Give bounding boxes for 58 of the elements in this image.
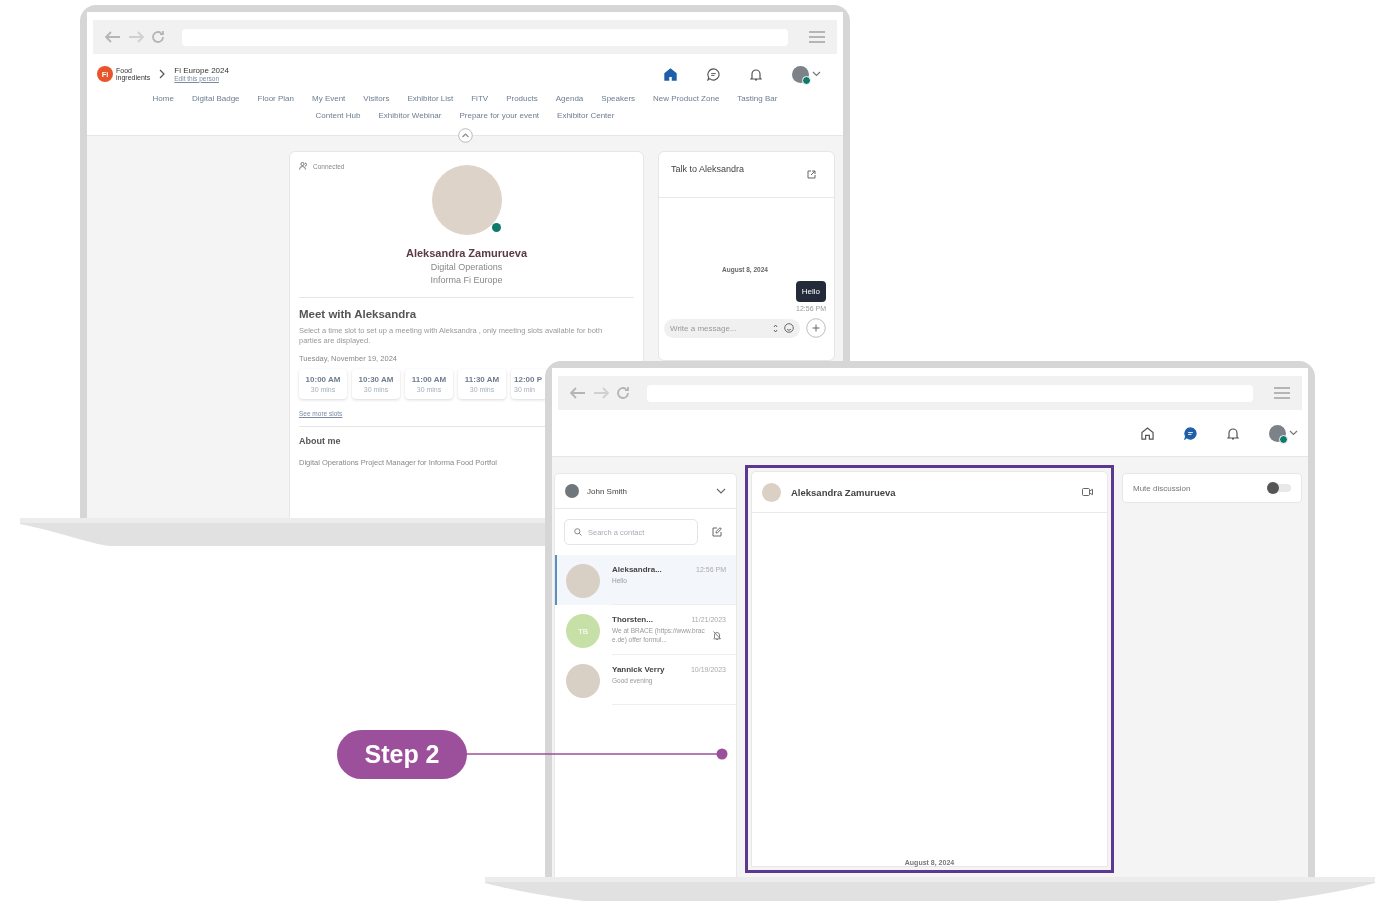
profile-company: Informa Fi Europe (429, 275, 504, 285)
people-icon (299, 162, 308, 170)
external-link-icon[interactable] (807, 170, 816, 179)
search-icon (574, 528, 582, 536)
nav-link[interactable]: Exhibitor Center (557, 111, 615, 120)
message-bubble: Hello (795, 281, 826, 302)
user-name: John Smith (587, 486, 629, 496)
nav-link[interactable]: Speakers (601, 94, 636, 103)
chat-icon[interactable] (707, 67, 720, 81)
compose-icon[interactable] (712, 527, 722, 537)
chevron-down-icon[interactable] (1289, 430, 1298, 436)
nav-link[interactable]: Floor Plan (257, 94, 294, 103)
collapse-icon[interactable] (458, 128, 473, 143)
nav-link[interactable]: Home (152, 94, 174, 103)
chevron-right-icon (159, 69, 166, 79)
step-label: Step 2 (337, 730, 467, 779)
contact-name: Thorsten... (612, 615, 653, 624)
chat-icon[interactable] (1184, 426, 1197, 440)
chevron-down-icon[interactable] (812, 71, 821, 77)
contact-photo-placeholder (566, 564, 600, 598)
section-title: About me (299, 436, 342, 446)
user-avatar[interactable] (1269, 424, 1286, 442)
chevron-down-icon[interactable] (716, 488, 726, 494)
nav-link[interactable]: Tasting Bar (737, 94, 778, 103)
user-avatar[interactable] (792, 65, 809, 83)
profile-name: Aleksandra Zamurueva (404, 247, 529, 259)
emoji-icon[interactable] (784, 323, 794, 333)
nav-link[interactable]: New Product Zone (653, 94, 720, 103)
event-title: Fi Europe 2024 (174, 66, 229, 75)
bell-icon[interactable] (750, 67, 762, 81)
conversation-name: Aleksandra Zamurueva (791, 486, 896, 498)
initials-avatar: TB (566, 614, 600, 648)
mute-toggle[interactable] (1269, 484, 1291, 492)
nav-link[interactable]: Prepare for your event (459, 111, 540, 120)
contact-name: Yannick Verry (612, 665, 665, 674)
profile-role: Digital Operations (429, 262, 504, 272)
user-avatar (565, 484, 579, 498)
message-input[interactable]: Write a message... (664, 318, 800, 338)
home-icon[interactable] (1141, 426, 1154, 440)
video-camera-icon[interactable] (1082, 488, 1093, 496)
contact-photo-placeholder (566, 664, 600, 698)
nav-link[interactable]: Digital Badge (191, 94, 240, 103)
contact-photo-placeholder (762, 482, 781, 502)
nav-link[interactable]: FiTV (471, 94, 489, 103)
nav-link[interactable]: Visitors (363, 94, 390, 103)
chat-title: Talk to Aleksandra (671, 164, 745, 174)
contact-name: Aleksandra... (612, 565, 662, 574)
nav-link[interactable]: Exhibitor Webinar (378, 111, 442, 120)
nav-link[interactable]: My Event (312, 94, 346, 103)
bell-icon[interactable] (1227, 426, 1239, 440)
nav-link[interactable]: Content Hub (315, 111, 361, 120)
section-title: Meet with Aleksandra (299, 308, 418, 320)
mute-label: Mute discussion (1133, 483, 1191, 493)
home-icon[interactable] (664, 67, 677, 81)
nav-link[interactable]: Agenda (555, 94, 584, 103)
nav-link[interactable]: Exhibitor List (407, 94, 454, 103)
nav-link[interactable]: Products (506, 94, 538, 103)
expand-icon[interactable] (773, 323, 778, 333)
